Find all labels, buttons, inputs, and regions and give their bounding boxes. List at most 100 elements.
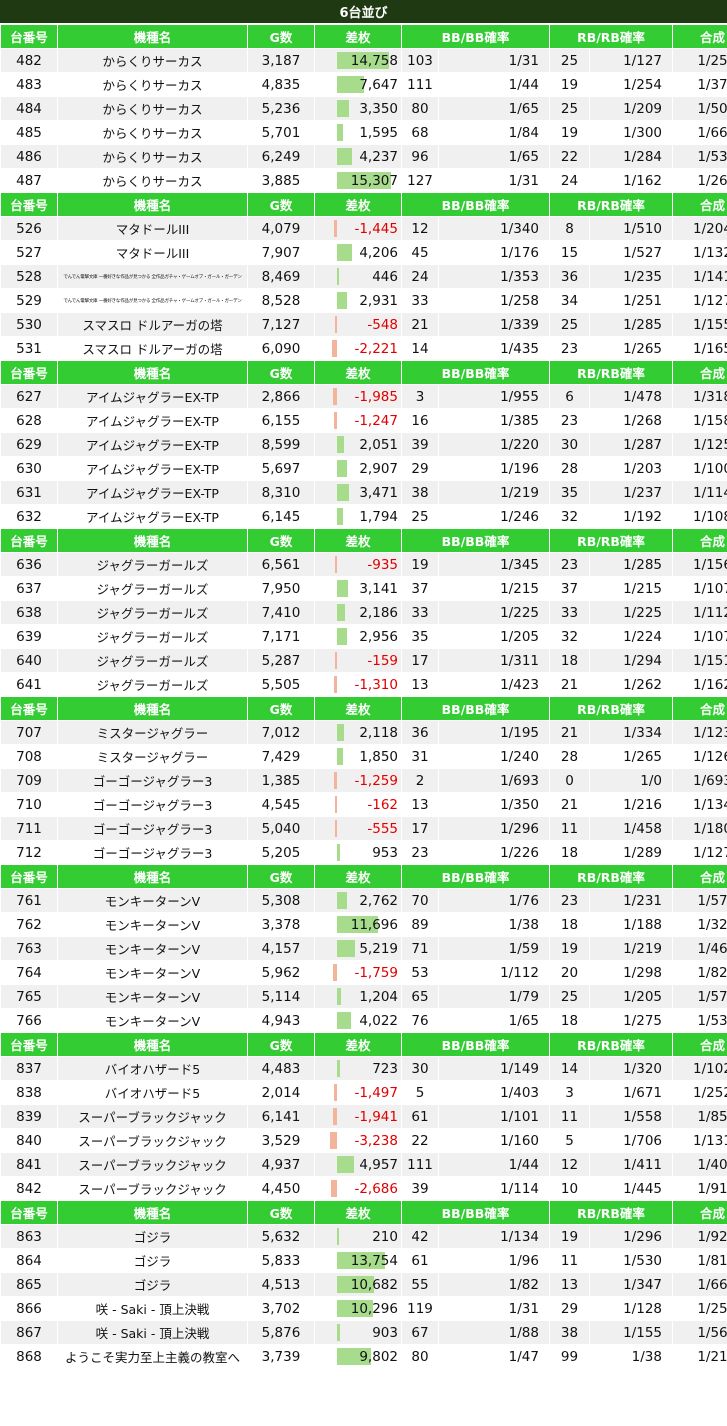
diff-value: 2,907	[359, 460, 398, 477]
diff-value: 14,758	[350, 52, 398, 69]
bb-rate: 1/44	[438, 1152, 550, 1177]
total-rate: 1/26	[672, 168, 727, 193]
diff-value: -159	[367, 652, 398, 669]
machine-number: 483	[0, 72, 58, 97]
game-count: 6,090	[247, 336, 315, 361]
diff-cell: 446	[314, 264, 402, 289]
table-row: 840 スーパーブラックジャック 3,529 -3,238 22 1/160 5 1/706 1…	[0, 1128, 727, 1153]
rb-count: 0	[549, 768, 590, 793]
diff-bar	[337, 1060, 340, 1077]
bb-count: 17	[401, 816, 439, 841]
bb-rate: 1/76	[438, 888, 550, 913]
bb-rate: 1/240	[438, 744, 550, 769]
rb-count: 23	[549, 336, 590, 361]
total-rate: 1/85	[672, 1104, 727, 1129]
table-row: 708 ミスタージャグラー 7,429 1,850 31 1/240 28 1/265 1/12…	[0, 744, 727, 769]
diff-value: 13,754	[350, 1252, 398, 1269]
diff-cell: 14,758	[314, 48, 402, 73]
bb-count: 30	[401, 1056, 439, 1081]
bb-count: 23	[401, 840, 439, 865]
rb-rate: 1/284	[589, 144, 673, 169]
bb-count: 71	[401, 936, 439, 961]
table-row: 641 ジャグラーガールズ 5,505 -1,310 13 1/423 21 1/262 1/1…	[0, 672, 727, 697]
diff-bar	[334, 412, 337, 429]
game-count: 3,529	[247, 1128, 315, 1153]
bb-count: 127	[401, 168, 439, 193]
hdr-bb: BB/BB確率	[401, 864, 550, 889]
machine-name: アイムジャグラーEX-TP	[57, 408, 248, 433]
hdr-bb: BB/BB確率	[401, 360, 550, 385]
total-rate: 1/114	[672, 480, 727, 505]
total-rate: 1/107	[672, 576, 727, 601]
table-row: 763 モンキーターンV 4,157 5,219 71 1/59 19 1/219 1/46	[0, 936, 727, 961]
diff-value: 3,350	[359, 100, 398, 117]
total-rate: 1/693	[672, 768, 727, 793]
diff-value: 9,802	[359, 1348, 398, 1365]
diff-cell: -159	[314, 648, 402, 673]
machine-number: 841	[0, 1152, 58, 1177]
header-row: 台番号 機種名 G数 差枚 BB/BB確率 RB/RB確率 合成	[0, 696, 727, 721]
hdr-name: 機種名	[57, 1200, 248, 1225]
rb-count: 18	[549, 648, 590, 673]
diff-bar	[337, 940, 356, 957]
bb-rate: 1/195	[438, 720, 550, 745]
rb-rate: 1/209	[589, 96, 673, 121]
hdr-total: 合成	[672, 696, 727, 721]
game-count: 6,249	[247, 144, 315, 169]
diff-value: -2,686	[354, 1180, 398, 1197]
rb-count: 19	[549, 1224, 590, 1249]
bb-rate: 1/47	[438, 1344, 550, 1369]
bb-count: 111	[401, 1152, 439, 1177]
total-rate: 1/112	[672, 600, 727, 625]
diff-cell: 4,206	[314, 240, 402, 265]
machine-number: 636	[0, 552, 58, 577]
bb-rate: 1/246	[438, 504, 550, 529]
machine-number: 639	[0, 624, 58, 649]
table-row: 485 からくりサーカス 5,701 1,595 68 1/84 19 1/300 1/66	[0, 120, 727, 145]
bb-count: 14	[401, 336, 439, 361]
bb-rate: 1/82	[438, 1272, 550, 1297]
diff-value: 4,237	[359, 148, 398, 165]
hdr-name: 機種名	[57, 1032, 248, 1057]
machine-number: 868	[0, 1344, 58, 1369]
game-count: 5,040	[247, 816, 315, 841]
bb-rate: 1/176	[438, 240, 550, 265]
table-row: 483 からくりサーカス 4,835 7,647 111 1/44 19 1/254 1/37	[0, 72, 727, 97]
diff-bar	[337, 604, 345, 621]
table-row: 632 アイムジャグラーEX-TP 6,145 1,794 25 1/246 32 1/192…	[0, 504, 727, 529]
bb-count: 96	[401, 144, 439, 169]
diff-value: -1,247	[354, 412, 398, 429]
hdr-bb: BB/BB確率	[401, 696, 550, 721]
diff-bar	[334, 676, 337, 693]
table-row: 529 でんでん電撃文庫 一番好きな作品が見つかる 全作品ガチャ・ゲームオブ・ガー…	[0, 288, 727, 313]
diff-cell: 1,850	[314, 744, 402, 769]
diff-bar	[335, 316, 337, 333]
game-count: 4,937	[247, 1152, 315, 1177]
total-rate: 1/252	[672, 1080, 727, 1105]
diff-value: -1,310	[354, 676, 398, 693]
machine-name: ゴーゴージャグラー3	[57, 840, 248, 865]
machine-name: ミスタージャグラー	[57, 744, 248, 769]
rb-count: 23	[549, 408, 590, 433]
diff-value: 4,206	[359, 244, 398, 261]
header-row: 台番号 機種名 G数 差枚 BB/BB確率 RB/RB確率 合成	[0, 192, 727, 217]
rb-count: 23	[549, 888, 590, 913]
bb-rate: 1/435	[438, 336, 550, 361]
total-rate: 1/66	[672, 120, 727, 145]
rb-rate: 1/205	[589, 984, 673, 1009]
diff-value: -1,941	[354, 1108, 398, 1125]
machine-name: ゴーゴージャグラー3	[57, 768, 248, 793]
diff-bar	[335, 796, 337, 813]
rb-rate: 1/289	[589, 840, 673, 865]
game-count: 7,171	[247, 624, 315, 649]
rb-rate: 1/298	[589, 960, 673, 985]
bb-rate: 1/693	[438, 768, 550, 793]
rb-rate: 1/458	[589, 816, 673, 841]
rb-count: 29	[549, 1296, 590, 1321]
machine-number: 838	[0, 1080, 58, 1105]
table-row: 636ジャグラーガールズ6,561 -935191/345231/2851/156	[0, 552, 727, 577]
game-count: 4,157	[247, 936, 315, 961]
diff-value: 723	[372, 1060, 398, 1077]
rb-rate: 1/216	[589, 792, 673, 817]
hdr-no: 台番号	[0, 696, 58, 721]
